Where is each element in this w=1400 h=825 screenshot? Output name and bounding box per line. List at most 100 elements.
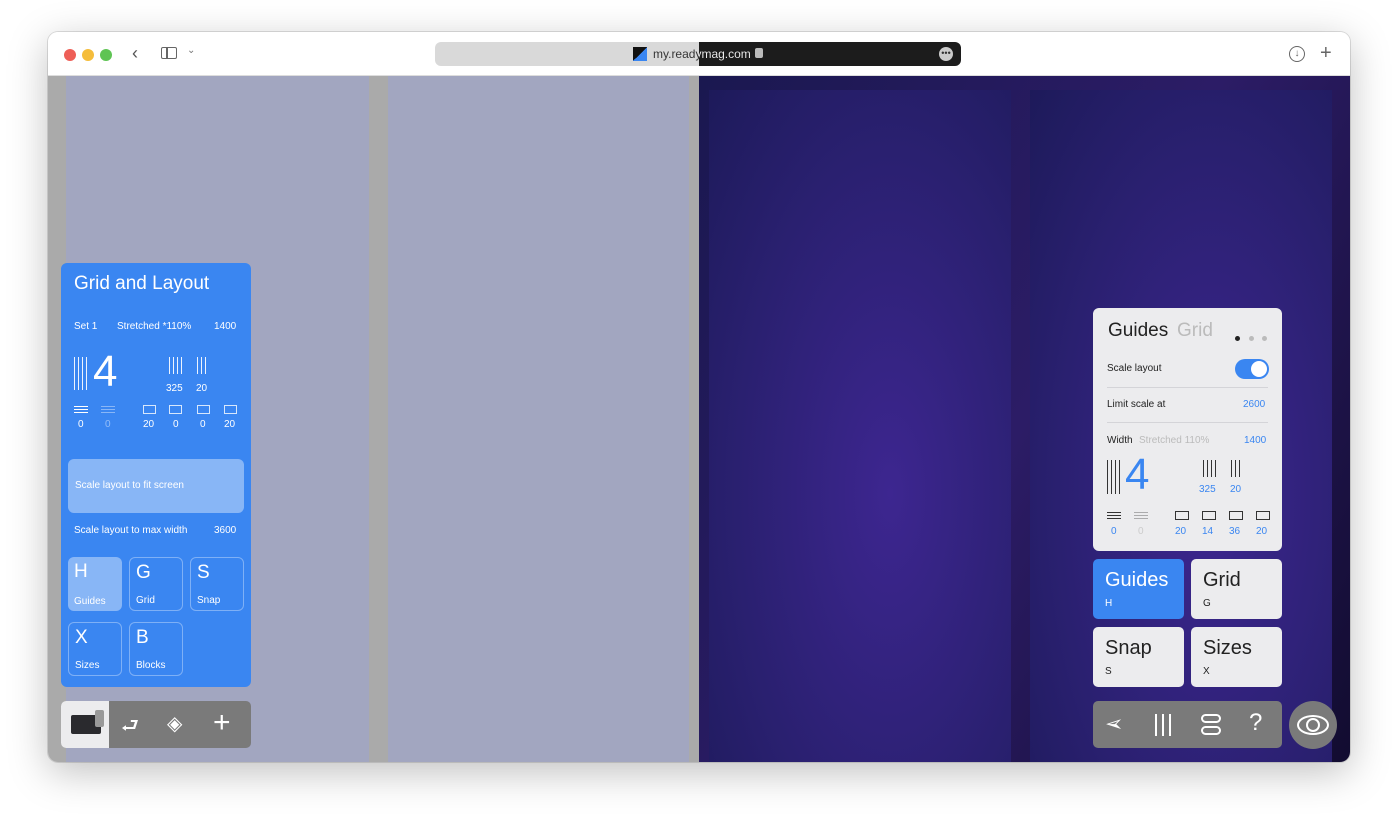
new-tab-icon[interactable]: +: [1320, 42, 1332, 65]
button-label: Snap: [1105, 637, 1152, 659]
fit-screen-option[interactable]: Scale layout to fit screen: [68, 459, 244, 513]
margin-value[interactable]: 0: [200, 419, 206, 430]
column-width-icon: [1203, 460, 1218, 477]
tile-label: Sizes: [75, 660, 100, 671]
tab-grid[interactable]: Grid: [1177, 320, 1213, 342]
gutter-value[interactable]: 20: [1230, 484, 1241, 495]
page-dot[interactable]: [1235, 336, 1240, 341]
margin-value[interactable]: 0: [105, 419, 111, 430]
tile-snap[interactable]: S Snap: [190, 557, 244, 611]
address-bar[interactable]: my.readymag.com •••: [435, 42, 961, 66]
mode-label[interactable]: Stretched *110%: [117, 321, 191, 332]
margin-right-icon: [1256, 511, 1270, 520]
zoom-button[interactable]: [100, 49, 112, 61]
column-width-icon: [169, 357, 183, 374]
add-icon[interactable]: +: [213, 706, 231, 740]
preview-button[interactable]: [1289, 701, 1337, 749]
layers-icon[interactable]: ◈: [167, 711, 182, 736]
max-width-value[interactable]: 3600: [214, 525, 236, 536]
rows-icon: [101, 405, 115, 413]
left-toolbar: ⮐ ◈ +: [61, 701, 251, 748]
column-width-value[interactable]: 325: [1199, 484, 1216, 495]
limit-scale-value[interactable]: 2600: [1243, 399, 1265, 410]
grid-layout-panel: Grid and Layout Set 1 Stretched *110% 14…: [61, 263, 251, 687]
tile-label: Guides: [74, 596, 106, 607]
width-mode[interactable]: Stretched 110%: [1139, 435, 1209, 446]
margin-value[interactable]: 0: [78, 419, 84, 430]
margin-value[interactable]: 0: [173, 419, 179, 430]
rows-icon: [1134, 511, 1148, 519]
grid-button[interactable]: Grid G: [1191, 559, 1282, 619]
margin-value[interactable]: 0: [1138, 526, 1144, 537]
browser-toolbar: ‹ ⌄ my.readymag.com ••• ↓ +: [48, 32, 1350, 76]
lock-icon: [755, 48, 763, 58]
toggles-icon[interactable]: [1201, 714, 1221, 735]
tile-label: Grid: [136, 595, 155, 606]
margin-value[interactable]: 0: [1111, 526, 1117, 537]
guides-icon[interactable]: [1155, 714, 1171, 736]
transitions-icon[interactable]: ⮐: [121, 711, 139, 745]
margin-value[interactable]: 20: [143, 419, 154, 430]
margin-value[interactable]: 14: [1202, 526, 1213, 537]
gutter-value[interactable]: 20: [196, 383, 207, 394]
columns-count[interactable]: 4: [93, 347, 117, 397]
tile-guides[interactable]: H Guides: [68, 557, 122, 611]
more-icon[interactable]: •••: [939, 47, 953, 61]
column-width-value[interactable]: 325: [166, 383, 183, 394]
rows-icon: [1107, 511, 1121, 519]
margin-value[interactable]: 20: [1175, 526, 1186, 537]
help-icon[interactable]: ?: [1249, 709, 1262, 737]
tile-key: H: [74, 561, 88, 582]
grid-column: [709, 90, 1011, 762]
width-label: Width: [1107, 435, 1133, 446]
scale-layout-toggle[interactable]: [1235, 359, 1269, 379]
rows-icon: [74, 405, 88, 413]
close-button[interactable]: [64, 49, 76, 61]
divider: [1107, 387, 1268, 388]
columns-count[interactable]: 4: [1125, 450, 1149, 500]
sidebar-icon[interactable]: [161, 47, 177, 59]
tile-sizes[interactable]: X Sizes: [68, 622, 122, 676]
gutter-icon: [1231, 460, 1243, 477]
tab-guides[interactable]: Guides: [1108, 320, 1168, 342]
width-value[interactable]: 1400: [1244, 435, 1266, 446]
margin-value[interactable]: 20: [1256, 526, 1267, 537]
margin-value[interactable]: 20: [224, 419, 235, 430]
margin-top-icon: [1202, 511, 1216, 520]
button-shortcut: H: [1105, 598, 1113, 609]
page-dot[interactable]: [1262, 336, 1267, 341]
fit-screen-label: Scale layout to fit screen: [75, 480, 184, 491]
margin-bottom-icon: [197, 405, 210, 414]
cursor-icon[interactable]: ➢: [1105, 711, 1123, 737]
eye-icon: [1297, 715, 1329, 735]
tile-blocks[interactable]: B Blocks: [129, 622, 183, 676]
guides-card: Guides Grid Scale layout Limit scale at …: [1093, 308, 1282, 551]
phone-icon: [95, 710, 104, 727]
tile-key: X: [75, 627, 88, 648]
site-favicon: [633, 47, 647, 61]
chevron-down-icon[interactable]: ⌄: [187, 45, 195, 56]
button-shortcut: S: [1105, 666, 1112, 677]
width-value[interactable]: 1400: [214, 321, 236, 332]
max-width-label[interactable]: Scale layout to max width: [74, 525, 187, 536]
guides-button[interactable]: Guides H: [1093, 559, 1184, 619]
download-icon[interactable]: ↓: [1289, 46, 1305, 62]
minimize-button[interactable]: [82, 49, 94, 61]
button-label: Guides: [1105, 569, 1169, 591]
page-dot[interactable]: [1249, 336, 1254, 341]
snap-button[interactable]: Snap S: [1093, 627, 1184, 687]
margin-value[interactable]: 36: [1229, 526, 1240, 537]
sizes-button[interactable]: Sizes X: [1191, 627, 1282, 687]
columns-icon: [74, 357, 88, 390]
margin-top-icon: [169, 405, 182, 414]
columns-icon: [1107, 460, 1122, 494]
back-icon[interactable]: ‹: [132, 43, 138, 64]
device-laptop-button[interactable]: [61, 701, 109, 748]
set-label[interactable]: Set 1: [74, 321, 97, 332]
margin-bottom-icon: [1229, 511, 1243, 520]
button-shortcut: G: [1203, 598, 1211, 609]
tile-key: G: [136, 562, 151, 583]
url-text: my.readymag.com: [653, 47, 751, 61]
margin-right-icon: [224, 405, 237, 414]
tile-grid[interactable]: G Grid: [129, 557, 183, 611]
